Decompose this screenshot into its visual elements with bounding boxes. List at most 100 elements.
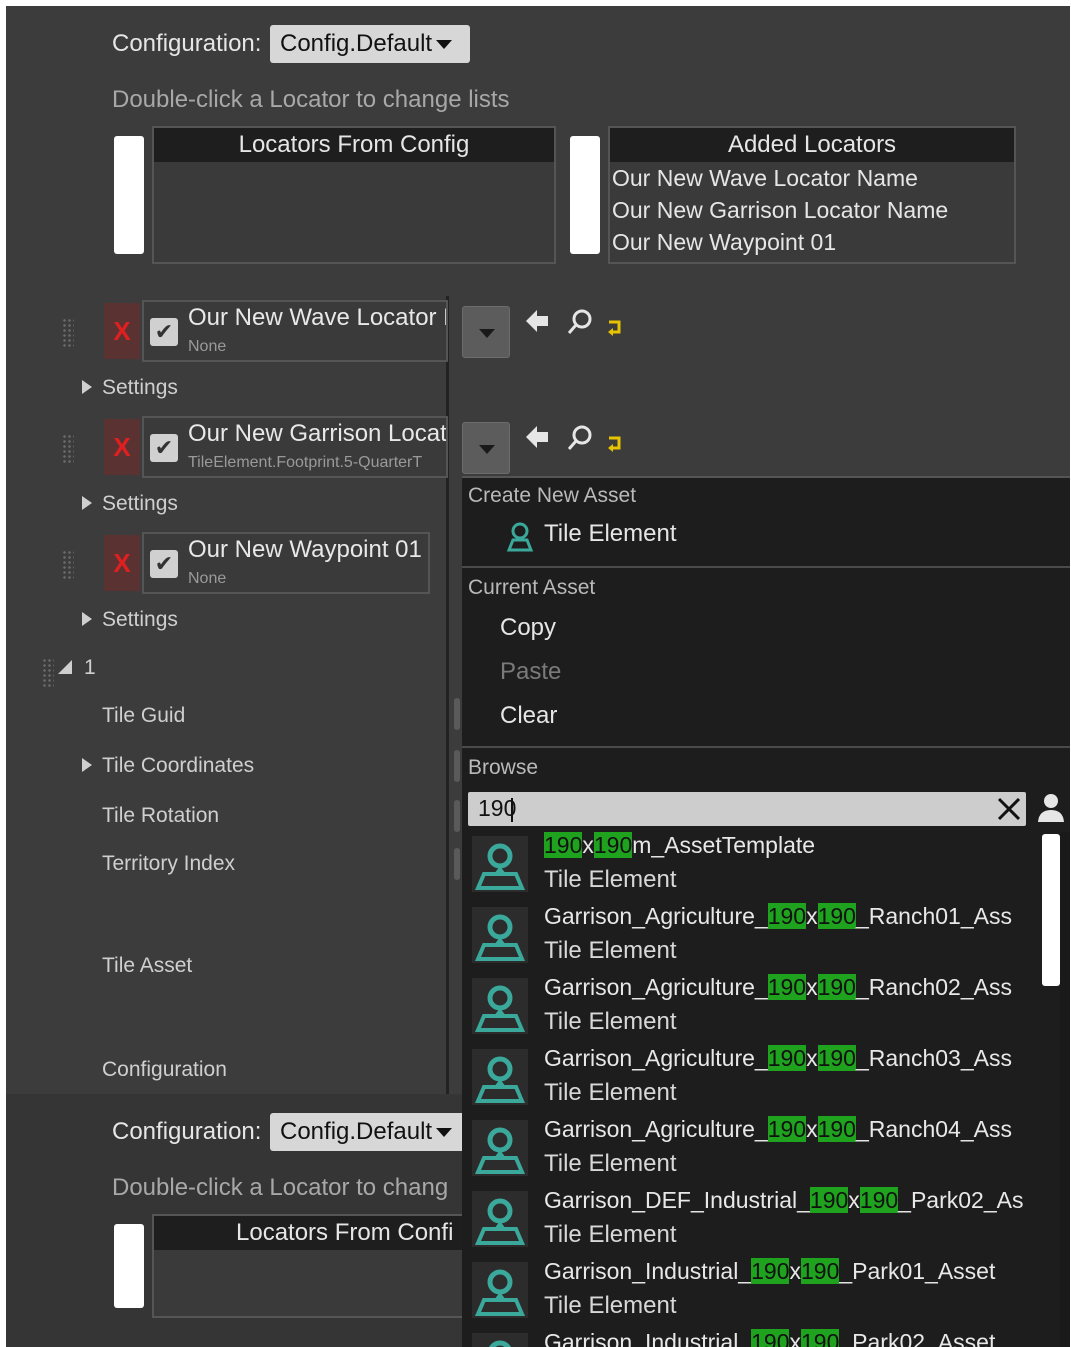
value-field-stub[interactable] <box>454 800 460 832</box>
locator-entry[interactable]: ✔ Our New Waypoint 01 None <box>142 532 430 594</box>
search-match-highlight: 190 <box>817 974 856 1000</box>
list-scrollbar-right[interactable] <box>570 136 600 254</box>
territory-index-label: Territory Index <box>102 852 236 875</box>
expand-triangle-icon[interactable] <box>82 758 92 772</box>
clear-search-icon[interactable] <box>996 796 1022 822</box>
browse-magnifier-icon[interactable] <box>566 424 594 457</box>
asset-result-row[interactable]: Garrison_Agriculture_190x190_Ranch01_Ass… <box>468 903 1040 973</box>
menu-separator <box>462 566 1070 568</box>
list-item[interactable]: Our New Wave Locator Name <box>610 162 1014 194</box>
asset-result-type: Tile Element <box>544 1221 677 1248</box>
tile-element-thumbnail <box>472 907 528 963</box>
menu-top-border <box>462 476 1070 478</box>
remove-locator-button[interactable]: X <box>104 535 140 591</box>
locator-tile-element: TileElement.Footprint.5-QuarterT <box>188 454 423 471</box>
locator-entry[interactable]: ✔ Our New Wave Locator N None <box>142 300 448 362</box>
copy-menu-item[interactable]: Copy <box>500 614 556 642</box>
user-filter-icon[interactable] <box>1036 792 1066 824</box>
clear-menu-item[interactable]: Clear <box>500 702 557 730</box>
reset-yellow-arrow-icon[interactable] <box>606 318 624 341</box>
asset-name-part: Garrison_Agriculture_ <box>544 1116 768 1142</box>
tile-element-thumbnail <box>472 1262 528 1318</box>
asset-name-part: _Ranch03_Ass <box>855 1045 1012 1071</box>
asset-result-row[interactable]: Garrison_Industrial_190x190_Park01_Asset… <box>468 1258 1040 1328</box>
asset-name-part: x <box>582 832 594 858</box>
settings-label[interactable]: Settings <box>102 376 178 400</box>
asset-name-part: x <box>806 974 818 1000</box>
asset-picker-dropdown-button[interactable] <box>462 422 510 474</box>
tile-index: 1 <box>84 656 96 679</box>
drag-handle-icon[interactable] <box>62 550 74 580</box>
asset-result-name: Garrison_Agriculture_190x190_Ranch04_Ass <box>544 1116 1012 1143</box>
use-selected-arrow-icon[interactable] <box>522 422 552 457</box>
remove-locator-button[interactable]: X <box>104 419 140 475</box>
tile-rotation-label: Tile Rotation <box>102 804 220 827</box>
search-match-highlight: 190 <box>544 832 583 858</box>
enabled-checkbox[interactable]: ✔ <box>150 550 178 578</box>
enabled-checkbox[interactable]: ✔ <box>150 318 178 346</box>
locator-name: Our New Wave Locator N <box>188 304 448 331</box>
expand-triangle-icon[interactable] <box>82 380 92 394</box>
browse-magnifier-icon[interactable] <box>566 308 594 341</box>
asset-search-input[interactable]: 190 <box>468 792 1026 826</box>
asset-result-row[interactable]: 190x190m_AssetTemplate Tile Element <box>468 832 1040 902</box>
tile-element-thumbnail <box>472 1049 528 1105</box>
paste-menu-item[interactable]: Paste <box>500 658 561 686</box>
drag-handle-icon[interactable] <box>62 318 74 348</box>
results-scrollbar-thumb[interactable] <box>1042 834 1060 986</box>
locator-entry[interactable]: ✔ Our New Garrison Locat TileElement.Foo… <box>142 416 448 478</box>
list-scrollbar-left[interactable] <box>114 1224 144 1308</box>
asset-result-row[interactable]: Garrison_Agriculture_190x190_Ranch04_Ass… <box>468 1116 1040 1186</box>
settings-label[interactable]: Settings <box>102 608 178 632</box>
asset-name-part: _Park02_Asset <box>839 1329 996 1347</box>
asset-result-type: Tile Element <box>544 1008 677 1035</box>
asset-name-part: _Ranch02_Ass <box>855 974 1012 1000</box>
asset-picker-dropdown-button[interactable] <box>462 306 510 358</box>
asset-result-row[interactable]: Garrison_Agriculture_190x190_Ranch03_Ass… <box>468 1045 1040 1115</box>
tile-coordinates-label[interactable]: Tile Coordinates <box>102 754 254 778</box>
list-item[interactable]: Our New Waypoint 01 <box>610 226 1014 258</box>
asset-result-name: Garrison_Industrial_190x190_Park02_Asset <box>544 1329 995 1347</box>
value-field-stub[interactable] <box>454 750 460 782</box>
config-dropdown-value: Config.Default <box>280 1118 433 1145</box>
added-locators-list[interactable]: Added Locators Our New Wave Locator Name… <box>608 126 1016 264</box>
results-scrollbar-track[interactable] <box>1060 832 1070 1347</box>
enabled-checkbox[interactable]: ✔ <box>150 434 178 462</box>
drag-handle-icon[interactable] <box>62 434 74 464</box>
drag-handle-icon[interactable] <box>42 658 54 688</box>
tile-element-thumbnail <box>472 836 528 892</box>
asset-result-type: Tile Element <box>544 937 677 964</box>
locators-from-config-list[interactable]: Locators From Config <box>152 126 556 264</box>
asset-results-list[interactable]: 190x190m_AssetTemplate Tile Element Garris… <box>468 832 1058 1347</box>
search-match-highlight: 190 <box>767 903 807 929</box>
config-label: Configuration: <box>112 30 262 57</box>
reset-yellow-arrow-icon[interactable] <box>606 434 624 457</box>
config-dropdown[interactable]: Config.Default <box>270 25 470 63</box>
asset-result-name: Garrison_Agriculture_190x190_Ranch01_Ass <box>544 903 1012 930</box>
asset-name-part: x <box>789 1329 801 1347</box>
expand-triangle-icon[interactable] <box>82 612 92 626</box>
asset-name-part: x <box>789 1258 801 1284</box>
asset-result-type: Tile Element <box>544 1079 677 1106</box>
expand-triangle-icon[interactable] <box>82 496 92 510</box>
list-item[interactable]: Our New Garrison Locator Name <box>610 194 1014 226</box>
chevron-down-icon <box>436 1128 453 1138</box>
remove-locator-button[interactable]: X <box>104 303 140 359</box>
asset-result-row[interactable]: Garrison_Agriculture_190x190_Ranch02_Ass… <box>468 974 1040 1044</box>
settings-label[interactable]: Settings <box>102 492 178 516</box>
locators-from-config-list[interactable]: Locators From Confi <box>152 1214 466 1318</box>
search-match-highlight: 190 <box>751 1258 790 1284</box>
asset-result-row[interactable]: Garrison_Industrial_190x190_Park02_Asset… <box>468 1329 1040 1347</box>
value-field-stub[interactable] <box>454 848 460 880</box>
config-dropdown[interactable]: Config.Default <box>270 1113 466 1151</box>
list-scrollbar-left[interactable] <box>114 136 144 254</box>
asset-result-name: Garrison_Agriculture_190x190_Ranch02_Ass <box>544 974 1012 1001</box>
collapse-triangle-icon[interactable] <box>58 660 72 674</box>
use-selected-arrow-icon[interactable] <box>522 306 552 341</box>
value-field-stub[interactable] <box>454 698 460 730</box>
search-match-highlight: 190 <box>593 832 633 858</box>
asset-result-row[interactable]: Garrison_DEF_Industrial_190x190_Park02_A… <box>468 1187 1040 1257</box>
tile-guid-label: Tile Guid <box>102 704 186 727</box>
locator-name: Our New Waypoint 01 <box>188 536 422 563</box>
search-match-highlight: 190 <box>817 1045 856 1071</box>
